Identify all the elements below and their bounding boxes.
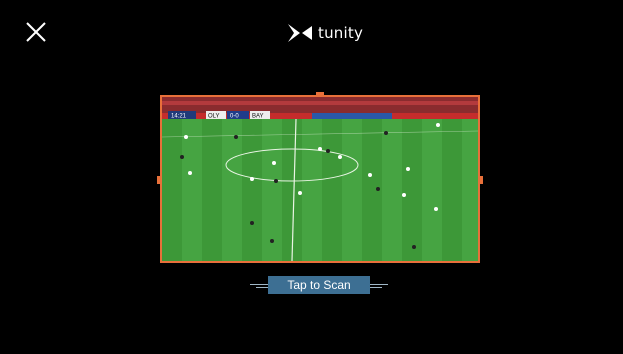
scoreboard-score: 0-0 [230, 114, 239, 120]
tap-to-scan-button[interactable]: Tap to Scan [268, 276, 370, 294]
logo-text: tunity [318, 24, 364, 42]
frame-right-tick [480, 176, 483, 184]
tv-video-preview: 14:21 OLY 0-0 BAY [162, 97, 478, 261]
scan-frame[interactable]: 14:21 OLY 0-0 BAY [160, 95, 480, 263]
frame-left-tick [157, 176, 160, 184]
tunity-logo: tunity [286, 20, 363, 46]
scan-control: Tap to Scan [250, 276, 388, 294]
scoreboard-time: 14:21 [171, 114, 187, 120]
scan-line-right [370, 284, 388, 285]
scan-line-right-short [370, 287, 382, 288]
scoreboard-home-team: OLY [208, 114, 220, 120]
scoreboard: 14:21 OLY 0-0 BAY [168, 111, 270, 120]
tunity-scan-screen: tunity 14:21 OLY 0-0 BAY Tap to Scan [0, 0, 623, 354]
frame-top-tick [316, 92, 324, 95]
close-button[interactable] [22, 18, 50, 46]
close-icon [26, 22, 46, 42]
tunity-logo-icon [288, 24, 312, 42]
scan-line-left-short [256, 287, 268, 288]
scan-line-left [250, 284, 268, 285]
scoreboard-away-team: BAY [252, 114, 264, 120]
